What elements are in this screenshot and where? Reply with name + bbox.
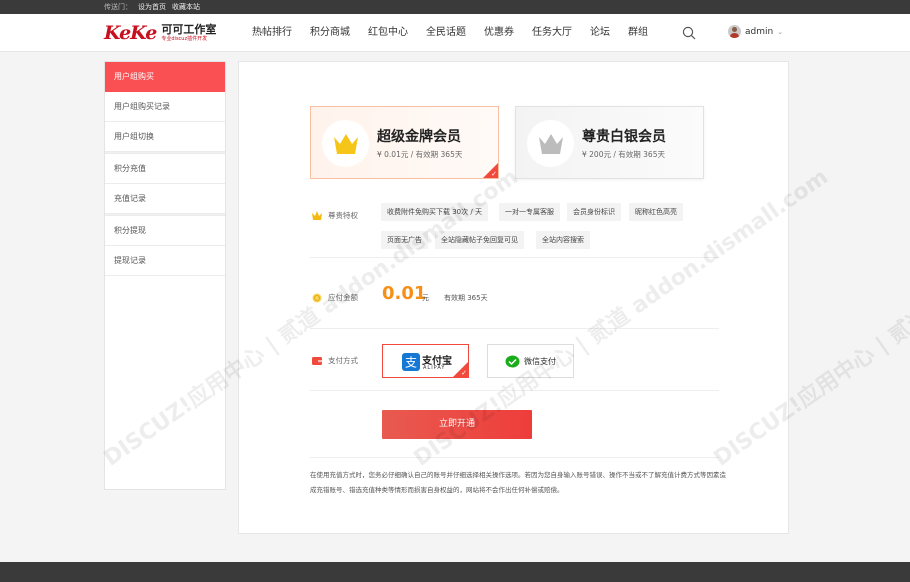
crown-icon xyxy=(333,133,358,154)
check-icon: ✓ xyxy=(491,170,497,178)
footer xyxy=(0,562,910,582)
check-icon: ✓ xyxy=(461,369,467,377)
divider xyxy=(310,328,719,329)
chevron-down-icon: ⌄ xyxy=(777,27,784,36)
payment-amount: 0.01 xyxy=(382,283,427,304)
logo-subtitle: 专业discuz插件开发 xyxy=(161,36,208,42)
logo-name: 可可工作室 xyxy=(161,23,217,36)
card-title: 超级金牌会员 xyxy=(377,129,461,145)
sidebar-item-recharge[interactable]: 积分充值 xyxy=(105,154,225,184)
privileges-label: 尊贵特权 xyxy=(312,210,358,221)
logo-mark: KeKe xyxy=(104,22,157,44)
avatar xyxy=(728,25,741,38)
privilege-tag: 昵称红色高亮 xyxy=(629,203,683,221)
sidebar: 用户组购买 用户组购买记录 用户组切换 积分充值 充值记录 积分提现 提现记录 xyxy=(104,61,226,490)
membership-card-silver[interactable]: 尊贵白银会员 ¥ 200元 / 有效期 365天 xyxy=(515,106,704,179)
crown-badge xyxy=(322,120,369,167)
payment-method-label: 支付方式 xyxy=(312,355,358,366)
divider xyxy=(310,257,719,258)
coin-icon xyxy=(312,293,322,302)
nav-item-coupons[interactable]: 优惠券 xyxy=(484,14,514,52)
payment-expiry: 有效期 365天 xyxy=(444,294,488,302)
privilege-tag: 全站内容搜索 xyxy=(536,231,590,249)
crown-icon xyxy=(538,133,563,154)
recharge-notice: 在使用充值方式时，您务必仔细确认自己的账号并仔细选择相关操作选项。若因为您自身输… xyxy=(310,471,726,494)
divider xyxy=(310,390,719,391)
payment-unit: 元 xyxy=(422,294,429,302)
crown-badge xyxy=(527,120,574,167)
nav-item-forum[interactable]: 论坛 xyxy=(590,14,610,52)
set-homepage-link[interactable]: 设为首页 xyxy=(138,3,166,11)
wallet-icon xyxy=(312,357,322,365)
nav-menu: 热帖排行 积分商城 红包中心 全民话题 优惠券 任务大厅 论坛 群组 xyxy=(252,14,666,52)
card-title: 尊贵白银会员 xyxy=(582,129,666,145)
payment-amount-label: 应付金额 xyxy=(312,292,358,303)
crown-small-icon xyxy=(312,211,322,220)
nav-item-tasks[interactable]: 任务大厅 xyxy=(532,14,572,52)
nav-item-points-mall[interactable]: 积分商城 xyxy=(310,14,350,52)
sidebar-item-buy-group[interactable]: 用户组购买 xyxy=(105,62,225,92)
main-panel: 超级金牌会员 ¥ 0.01元 / 有效期 365天 ✓ 尊贵白银会员 ¥ 200… xyxy=(238,61,789,534)
divider xyxy=(310,457,719,458)
activate-button[interactable]: 立即开通 xyxy=(382,410,532,439)
nav-item-red-packet[interactable]: 红包中心 xyxy=(368,14,408,52)
sidebar-item-buy-records[interactable]: 用户组购买记录 xyxy=(105,92,225,122)
membership-card-gold[interactable]: 超级金牌会员 ¥ 0.01元 / 有效期 365天 ✓ xyxy=(310,106,499,179)
svg-text:支: 支 xyxy=(405,356,417,370)
topbar-label: 传送门： xyxy=(104,3,132,11)
alipay-label-en: ALIPAY xyxy=(423,365,446,371)
bookmark-link[interactable]: 收藏本站 xyxy=(172,3,200,11)
privilege-tag: 会员身份标识 xyxy=(567,203,621,221)
card-price: ¥ 200元 / 有效期 365天 xyxy=(582,150,665,159)
main-nav: KeKe 可可工作室 专业discuz插件开发 热帖排行 积分商城 红包中心 全… xyxy=(0,14,910,52)
top-bar: 传送门： 设为首页 收藏本站 xyxy=(0,0,910,14)
search-icon[interactable] xyxy=(682,26,696,40)
sidebar-item-withdraw[interactable]: 积分提现 xyxy=(105,216,225,246)
privilege-tag: 一对一专属客服 xyxy=(499,203,560,221)
user-menu[interactable]: admin ⌄ xyxy=(728,25,783,38)
alipay-icon: 支 xyxy=(402,353,420,371)
sidebar-item-switch-group[interactable]: 用户组切换 xyxy=(105,122,225,152)
sidebar-item-recharge-records[interactable]: 充值记录 xyxy=(105,184,225,214)
nav-item-groups[interactable]: 群组 xyxy=(628,14,648,52)
privilege-tag: 页面无广告 xyxy=(381,231,428,249)
wechat-pay-option[interactable]: 微信支付 xyxy=(487,344,574,378)
wechat-pay-icon xyxy=(505,355,520,368)
privilege-tag: 全站隐藏帖子免回复可见 xyxy=(435,231,524,249)
wechat-pay-label: 微信支付 xyxy=(524,357,556,366)
nav-item-topics[interactable]: 全民话题 xyxy=(426,14,466,52)
alipay-option[interactable]: 支 支付宝 ALIPAY ✓ xyxy=(382,344,469,378)
sidebar-item-withdraw-records[interactable]: 提现记录 xyxy=(105,246,225,276)
nav-item-hot-threads[interactable]: 热帖排行 xyxy=(252,14,292,52)
card-price: ¥ 0.01元 / 有效期 365天 xyxy=(377,150,463,159)
username: admin xyxy=(745,26,774,37)
privilege-tag: 收费附件免购买下载 30次 / 天 xyxy=(381,203,488,221)
site-logo[interactable]: KeKe 可可工作室 专业discuz插件开发 xyxy=(104,22,216,44)
